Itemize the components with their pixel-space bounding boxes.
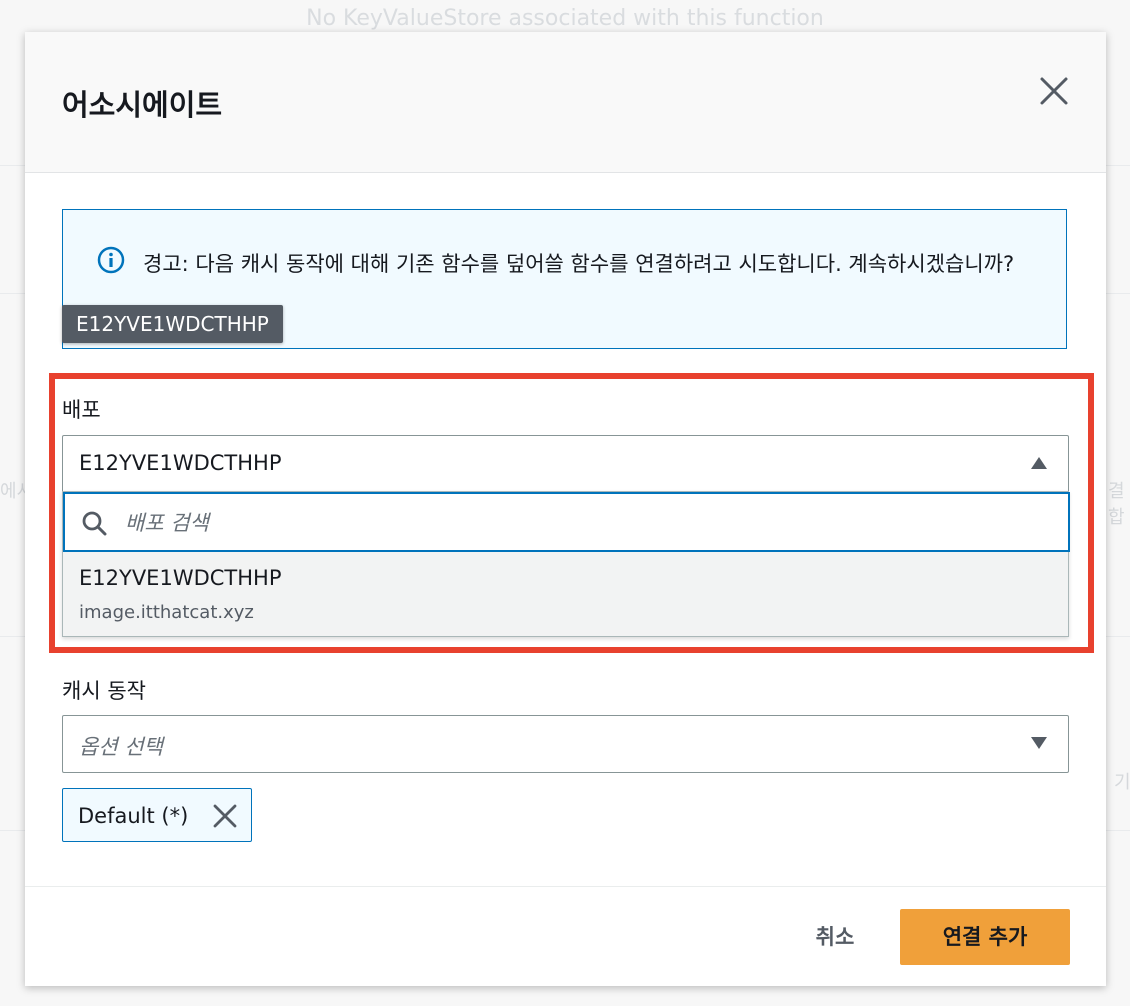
cache-behavior-token: Default (*) <box>62 788 252 842</box>
cancel-button[interactable]: 취소 <box>785 909 885 965</box>
distribution-selected-value: E12YVE1WDCTHHP <box>79 451 282 475</box>
distribution-search-input[interactable] <box>123 504 1027 542</box>
background-fragment: 결합 <box>1108 481 1125 528</box>
background-divider <box>0 165 25 166</box>
background-divider <box>0 293 25 294</box>
search-icon <box>82 511 107 536</box>
background-divider <box>0 636 25 637</box>
background-divider <box>1106 293 1130 294</box>
caret-down-icon <box>1031 737 1047 749</box>
option-title: E12YVE1WDCTHHP <box>79 566 282 590</box>
close-button[interactable] <box>1035 72 1073 110</box>
associate-modal: 어소시에이트 경고: 다음 캐시 동작에 대해 기존 함수를 덮어쓸 함수를 연… <box>25 32 1106 986</box>
cache-behavior-placeholder: 옵션 선택 <box>79 735 163 759</box>
tooltip: E12YVE1WDCTHHP <box>62 305 283 343</box>
info-icon <box>97 246 125 274</box>
cache-behavior-label: 캐시 동작 <box>62 679 146 703</box>
modal-header: 어소시에이트 <box>25 32 1106 173</box>
add-association-button[interactable]: 연결 추가 <box>900 909 1070 965</box>
background-divider <box>1106 165 1130 166</box>
close-icon <box>1040 77 1068 105</box>
footer-divider <box>25 886 1106 887</box>
cache-behavior-select[interactable]: 옵션 선택 <box>62 715 1069 773</box>
background-heading: No KeyValueStore associated with this fu… <box>306 6 824 31</box>
modal-title: 어소시에이트 <box>62 88 223 122</box>
alert-message: 경고: 다음 캐시 동작에 대해 기존 함수를 덮어쓸 함수를 연결하려고 시도… <box>143 252 1015 276</box>
background-fragment: 기 <box>1114 772 1130 793</box>
distribution-option[interactable]: E12YVE1WDCTHHP image.itthatcat.xyz <box>63 552 1068 636</box>
distribution-dropdown: E12YVE1WDCTHHP image.itthatcat.xyz <box>62 491 1070 637</box>
distribution-search-box[interactable] <box>63 492 1070 552</box>
distribution-label: 배포 <box>62 398 101 422</box>
option-description: image.itthatcat.xyz <box>79 602 254 623</box>
token-label: Default (*) <box>78 804 189 828</box>
distribution-select[interactable]: E12YVE1WDCTHHP <box>62 435 1069 493</box>
background-divider <box>1106 636 1130 637</box>
caret-up-icon <box>1031 457 1047 469</box>
token-remove-button[interactable] <box>211 802 239 830</box>
close-icon <box>213 804 237 828</box>
background-divider <box>0 830 25 831</box>
background-divider <box>1106 830 1130 831</box>
